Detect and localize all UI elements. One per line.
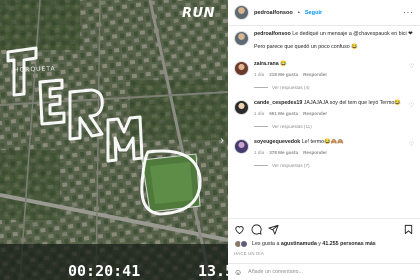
comment-item: soyeugequevedok Le! termo😂🙈🙈 1 día 378 M… (234, 139, 414, 156)
comments-list: pedroalfonsoo Le dediqué un mensaje a @c… (228, 27, 420, 215)
comment-likes[interactable]: 378 Me gusta (269, 149, 298, 156)
commenter-avatar[interactable] (234, 139, 249, 154)
commenter-username[interactable]: zaira.rana (254, 61, 279, 67)
comment-bubble-icon[interactable] (251, 223, 262, 235)
likes-summary[interactable]: Les gusta a agustinamuda y 41.255 person… (234, 240, 414, 248)
comment-time: 1 día (254, 72, 265, 77)
commenter-username[interactable]: cande_cespedes19 (254, 100, 302, 106)
commenter-avatar[interactable] (234, 100, 249, 115)
strava-run-logo: RUN (182, 6, 215, 21)
reply-button[interactable]: Responder (303, 110, 327, 117)
caption-line-1: Le dediqué un mensaje a @chavespauok en … (292, 31, 413, 37)
comment-likes[interactable]: 218 Me gusta (269, 71, 298, 78)
likes-mid: y (318, 241, 321, 247)
comments-panel: pedroalfonsoo • Seguir ··· pedroalfonsoo… (228, 0, 420, 280)
likes-count[interactable]: 41.255 personas más (322, 241, 375, 247)
likes-prefix: Les gusta a (252, 241, 280, 247)
caption-avatar[interactable] (234, 31, 249, 46)
view-replies-label: Ver respuestas (7) (272, 163, 310, 168)
separator-dot: • (297, 9, 300, 16)
commenter-avatar[interactable] (234, 61, 249, 76)
reply-button[interactable]: Responder (303, 149, 327, 156)
comment-item: cande_cespedes19 JAJAJAJA soy del tem qu… (234, 100, 414, 117)
comment-text: JAJAJAJA soy del tem que leyó Termo😂 (303, 100, 401, 106)
distance-value: 13.5 (198, 262, 228, 280)
post-time-ago: HACE UN DÍA (234, 251, 264, 256)
street-label: HORQUETA (13, 65, 56, 74)
caption-line-2: Pero parece que quedó un poco confuso 😂 (254, 44, 358, 50)
elapsed-time: 00:20:41 (68, 262, 141, 280)
comment-input[interactable] (248, 269, 414, 275)
like-comment-heart-icon[interactable]: ♡ (409, 63, 414, 70)
reply-button[interactable]: Responder (303, 71, 327, 78)
liker-avatar (240, 240, 248, 248)
comment-text: 😂 (280, 61, 287, 67)
view-replies-button[interactable]: Ver respuestas (7) (254, 163, 414, 168)
caption-username[interactable]: pedroalfonsoo (254, 31, 291, 37)
comment-time: 1 día (254, 111, 265, 116)
like-comment-heart-icon[interactable]: ♡ (409, 141, 414, 148)
comment-likes[interactable]: 651 Me gusta (269, 110, 298, 117)
comment-text: Le! termo😂🙈🙈 (301, 139, 344, 145)
bookmark-icon[interactable] (403, 224, 414, 235)
follow-button[interactable]: Seguir (305, 10, 322, 16)
comment-item: zaira.rana 😂 1 día 218 Me gusta Responde… (234, 61, 414, 78)
instagram-post-modal: RUN HORQUETA › 00:20:41 13.5 pedroalfons… (0, 0, 420, 280)
author-avatar[interactable] (234, 5, 249, 20)
view-replies-label: Ver respuestas (4) (272, 85, 310, 90)
satellite-map (0, 0, 228, 280)
like-comment-heart-icon[interactable]: ♡ (409, 102, 414, 109)
caption: pedroalfonsoo Le dediqué un mensaje a @c… (234, 31, 414, 51)
commenter-username[interactable]: soyeugequevedok (254, 139, 300, 145)
share-send-icon[interactable] (268, 224, 279, 235)
next-arrow-icon[interactable]: › (216, 134, 228, 148)
emoji-picker-icon[interactable]: ☺ (234, 268, 242, 277)
post-image[interactable]: RUN HORQUETA › 00:20:41 13.5 (0, 0, 228, 280)
like-heart-icon[interactable] (234, 224, 245, 235)
post-header: pedroalfonsoo • Seguir ··· (228, 0, 420, 26)
comment-time: 1 día (254, 150, 265, 155)
view-replies-label: Ver respuestas (11) (272, 124, 312, 129)
add-comment-bar: ☺ (228, 263, 420, 280)
more-options-icon[interactable]: ··· (403, 8, 414, 17)
likes-user[interactable]: agustinamuda (281, 241, 317, 247)
author-username[interactable]: pedroalfonsoo (254, 10, 293, 16)
